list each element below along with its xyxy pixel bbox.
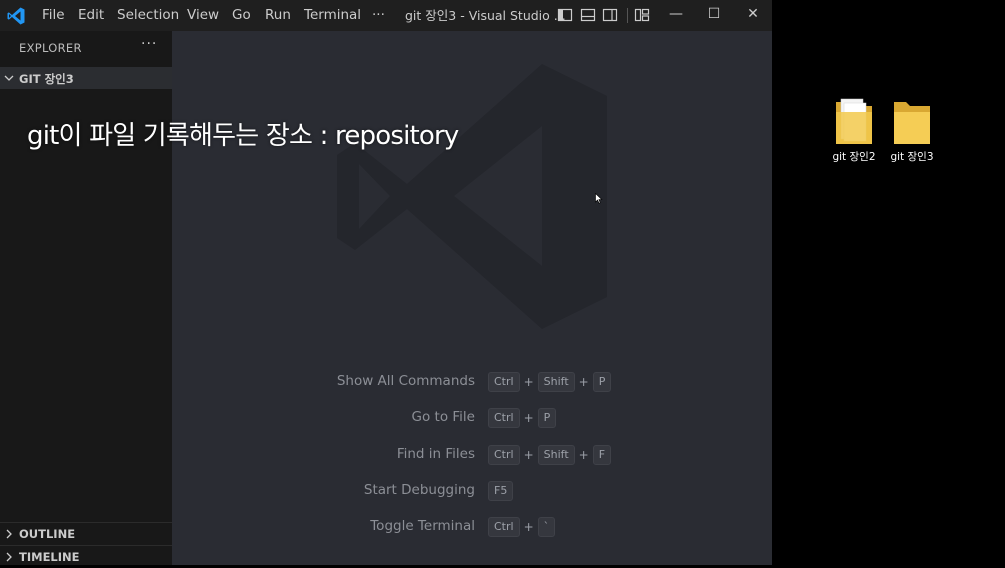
customize-layout-icon[interactable] — [634, 7, 650, 23]
shortcut-label: Toggle Terminal — [370, 518, 475, 534]
title-separator — [627, 8, 628, 23]
desktop-icon-label: git 장인3 — [890, 151, 934, 163]
shortcut-keys: Ctrl + ` — [488, 516, 556, 538]
window-title: git 장인3 - Visual Studio ... — [405, 8, 566, 23]
menu-more[interactable]: ··· — [372, 0, 385, 31]
section-label: OUTLINE — [19, 527, 76, 541]
key-cap: F — [592, 444, 612, 465]
chevron-down-icon — [4, 75, 14, 81]
shortcut-start-debugging: Start Debugging F5 — [172, 480, 772, 502]
shortcut-keys: Ctrl + P — [488, 407, 557, 429]
layout-sidebar-right-icon[interactable] — [602, 7, 618, 23]
layout-panel-icon[interactable] — [580, 7, 596, 23]
key-plus: + — [523, 519, 534, 534]
video-caption: git이 파일 기록해두는 장소 : repository — [27, 121, 459, 151]
layout-sidebar-left-icon[interactable] — [557, 7, 573, 23]
shortcut-label: Start Debugging — [363, 482, 475, 498]
menu-selection[interactable]: Selection — [117, 0, 179, 31]
shortcut-keys: F5 — [488, 480, 514, 502]
key-cap: Ctrl — [488, 444, 520, 465]
key-plus: + — [523, 374, 534, 389]
title-bar: File Edit Selection View Go Run Terminal… — [0, 0, 772, 31]
shortcut-show-all-commands: Show All Commands Ctrl + Shift + P — [172, 371, 772, 393]
section-repo-folder[interactable]: GIT 장인3 — [0, 67, 172, 89]
key-cap: Shift — [537, 444, 575, 465]
menu-edit[interactable]: Edit — [78, 0, 104, 31]
menu-file[interactable]: File — [42, 0, 65, 31]
explorer-more-actions[interactable]: ··· — [141, 36, 157, 52]
chevron-right-icon — [6, 529, 12, 539]
shortcut-label: Find in Files — [396, 446, 475, 462]
desktop-folder-git-jangin2[interactable]: git 장인2 — [826, 96, 882, 166]
key-plus: + — [523, 447, 534, 462]
menu-go[interactable]: Go — [232, 0, 251, 31]
explorer-sidebar: EXPLORER ··· GIT 장인3 OUTLINE TIMELINE — [0, 31, 172, 565]
shortcut-keys: Ctrl + Shift + P — [488, 371, 612, 393]
menu-terminal[interactable]: Terminal — [304, 0, 361, 31]
menu-view[interactable]: View — [187, 0, 219, 31]
vscode-logo-icon[interactable] — [6, 6, 26, 26]
mouse-cursor-icon — [595, 193, 603, 204]
editor-area: Show All Commands Ctrl + Shift + P Go to Fil… — [172, 31, 772, 565]
desktop-folder-git-jangin3[interactable]: git 장인3 — [884, 96, 940, 166]
key-cap: ` — [537, 516, 556, 537]
shortcut-label: Show All Commands — [336, 373, 475, 389]
folder-icon — [836, 98, 872, 144]
menu-run[interactable]: Run — [265, 0, 291, 31]
key-plus: + — [578, 447, 589, 462]
vscode-window: File Edit Selection View Go Run Terminal… — [0, 0, 772, 565]
key-cap: P — [592, 371, 612, 392]
section-label: GIT 장인3 — [19, 72, 74, 86]
key-cap: Ctrl — [488, 516, 520, 537]
shortcut-find-in-files: Find in Files Ctrl + Shift + F — [172, 444, 772, 466]
chevron-right-icon — [6, 552, 12, 562]
folder-icon — [894, 102, 930, 144]
key-plus: + — [523, 410, 534, 425]
key-plus: + — [578, 374, 589, 389]
explorer-title: EXPLORER — [19, 41, 82, 55]
key-cap: Shift — [537, 371, 575, 392]
close-button[interactable]: ✕ — [733, 0, 773, 31]
key-cap: F5 — [488, 480, 514, 501]
key-cap: Ctrl — [488, 371, 520, 392]
desktop: git 장인2 git 장인3 — [772, 0, 1005, 565]
section-label: TIMELINE — [19, 550, 80, 564]
key-cap: Ctrl — [488, 407, 520, 428]
vscode-watermark-icon — [337, 64, 607, 329]
section-outline[interactable]: OUTLINE — [0, 522, 172, 545]
minimize-button[interactable]: — — [656, 0, 696, 31]
shortcut-toggle-terminal: Toggle Terminal Ctrl + ` — [172, 516, 772, 538]
shortcut-label: Go to File — [411, 409, 475, 425]
key-cap: P — [537, 407, 557, 428]
shortcut-keys: Ctrl + Shift + F — [488, 444, 612, 466]
maximize-button[interactable]: ☐ — [694, 0, 734, 31]
shortcut-go-to-file: Go to File Ctrl + P — [172, 407, 772, 429]
desktop-icon-label: git 장인2 — [832, 151, 876, 163]
